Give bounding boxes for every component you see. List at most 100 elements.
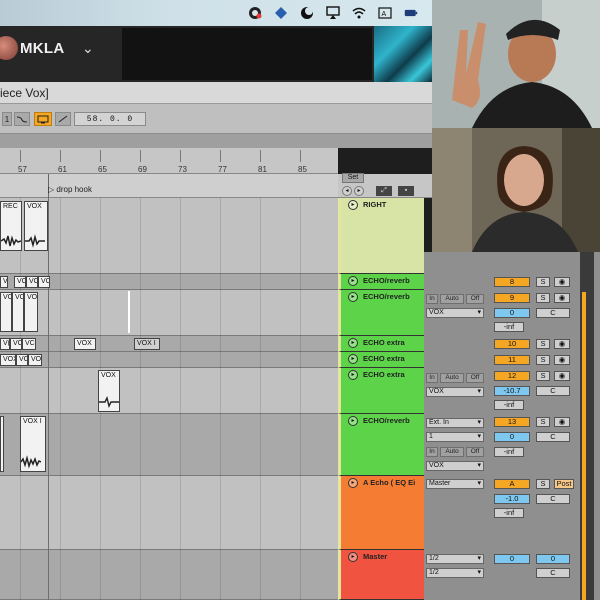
track-activator-icon[interactable]: ▸ bbox=[348, 338, 358, 348]
audio-clip[interactable]: VO bbox=[12, 292, 24, 332]
arrangement-view[interactable]: REC VOX V VC VC VC VO VO VO V( VC VC VOX… bbox=[0, 198, 338, 600]
fold-icon[interactable]: ⤢ bbox=[376, 186, 392, 196]
track-activator-icon[interactable]: ▸ bbox=[348, 478, 358, 488]
pan-field[interactable]: C bbox=[536, 308, 570, 318]
video-thumbnail[interactable] bbox=[374, 26, 432, 82]
airplay-icon[interactable] bbox=[326, 6, 340, 20]
next-locator-icon[interactable]: ▸ bbox=[354, 186, 364, 196]
audio-clip[interactable]: V bbox=[0, 276, 8, 288]
audio-clip[interactable]: VOX bbox=[0, 354, 16, 366]
track-number-button[interactable]: 9 bbox=[494, 293, 530, 303]
wifi-icon[interactable] bbox=[352, 6, 366, 20]
arm-button[interactable]: ◉ bbox=[554, 371, 570, 381]
song-position-field[interactable]: 58. 0. 0 bbox=[74, 112, 146, 126]
audio-clip[interactable]: VOX bbox=[98, 370, 120, 412]
track-header-return-a[interactable]: ▸ A Echo ( EQ Ei bbox=[338, 476, 424, 550]
input-select[interactable]: VOX bbox=[426, 387, 484, 397]
solo-button[interactable]: S bbox=[536, 339, 550, 349]
input-select[interactable]: VOX bbox=[426, 308, 484, 318]
locator-label[interactable]: ▷ drop hook bbox=[48, 185, 92, 194]
track-activator-icon[interactable]: ▸ bbox=[348, 354, 358, 364]
locator-strip[interactable]: ▷ drop hook bbox=[0, 174, 338, 198]
volume-field[interactable]: -10.7 bbox=[494, 386, 530, 396]
solo-button[interactable]: S bbox=[536, 371, 550, 381]
track-header-echo-reverb[interactable]: ▸ ECHO/reverb bbox=[338, 274, 424, 290]
audio-clip[interactable]: VO bbox=[16, 354, 28, 366]
username[interactable]: MKLA bbox=[20, 40, 65, 57]
solo-button[interactable]: S bbox=[536, 417, 550, 427]
input-channel-select[interactable]: 1 bbox=[426, 432, 484, 442]
arm-button[interactable]: ◉ bbox=[554, 355, 570, 365]
monitor-off-button[interactable]: Off bbox=[466, 373, 484, 383]
solo-button[interactable]: S bbox=[536, 479, 550, 489]
track-activator-icon[interactable]: ▸ bbox=[348, 416, 358, 426]
track-header-right[interactable]: ▸ RIGHT bbox=[338, 198, 424, 274]
track-lane[interactable] bbox=[0, 336, 338, 352]
monitor-off-button[interactable]: Off bbox=[466, 294, 484, 304]
participant-video[interactable] bbox=[432, 0, 600, 128]
pan-field[interactable]: C bbox=[536, 568, 570, 578]
app-icon[interactable] bbox=[274, 6, 288, 20]
track-header-echo-extra[interactable]: ▸ ECHO extra bbox=[338, 368, 424, 414]
track-header-echo-reverb[interactable]: ▸ ECHO/reverb bbox=[338, 414, 424, 476]
arm-button[interactable]: ◉ bbox=[554, 417, 570, 427]
audio-clip[interactable]: VOX bbox=[74, 338, 96, 350]
pan-field[interactable]: C bbox=[536, 494, 570, 504]
chevron-down-icon[interactable]: ⌄ bbox=[82, 40, 94, 57]
track-number-button[interactable]: 11 bbox=[494, 355, 530, 365]
monitor-in-button[interactable]: In bbox=[426, 447, 438, 457]
draw-mode-icon[interactable] bbox=[55, 112, 71, 126]
track-lane[interactable] bbox=[0, 368, 338, 414]
set-locator-button[interactable]: Set bbox=[342, 173, 364, 183]
audio-clip[interactable]: VO bbox=[0, 292, 12, 332]
monitor-auto-button[interactable]: Auto bbox=[440, 294, 464, 304]
volume-field[interactable]: 0 bbox=[494, 308, 530, 318]
monitor-in-button[interactable]: In bbox=[426, 373, 438, 383]
track-activator-icon[interactable]: ▸ bbox=[348, 276, 358, 286]
track-activator-icon[interactable]: ▸ bbox=[348, 370, 358, 380]
volume-field[interactable]: 0 bbox=[494, 432, 530, 442]
track-number-button[interactable]: 13 bbox=[494, 417, 530, 427]
track-number-button[interactable]: 12 bbox=[494, 371, 530, 381]
track-lane[interactable] bbox=[0, 290, 338, 336]
track-lane[interactable] bbox=[0, 476, 338, 550]
beat-ruler[interactable]: 57 61 65 69 73 77 81 85 bbox=[0, 148, 338, 174]
moon-icon[interactable] bbox=[300, 6, 314, 20]
track-lane[interactable] bbox=[0, 550, 338, 600]
loop-switch-icon[interactable] bbox=[34, 112, 52, 126]
audio-clip[interactable]: V( bbox=[0, 338, 10, 350]
capture-icon[interactable]: ▪ bbox=[398, 186, 414, 196]
quantize-button[interactable]: 1 bbox=[2, 112, 12, 126]
input-select[interactable]: VOX bbox=[426, 461, 484, 471]
track-activator-icon[interactable]: ▸ bbox=[348, 200, 358, 210]
pan-field[interactable]: C bbox=[536, 432, 570, 442]
prev-locator-icon[interactable]: ◂ bbox=[342, 186, 352, 196]
pan-field[interactable]: C bbox=[536, 386, 570, 396]
audio-clip[interactable]: VC bbox=[38, 276, 50, 288]
send-field[interactable]: -inf bbox=[494, 508, 524, 518]
monitor-in-button[interactable]: In bbox=[426, 294, 438, 304]
track-header-echo-extra[interactable]: ▸ ECHO extra bbox=[338, 352, 424, 368]
return-button[interactable]: A bbox=[494, 479, 530, 489]
audio-clip[interactable]: VC bbox=[14, 276, 26, 288]
track-activator-icon[interactable]: ▸ bbox=[348, 292, 358, 302]
audio-clip[interactable]: VC bbox=[10, 338, 22, 350]
track-header-master[interactable]: ▸ Master bbox=[338, 550, 424, 600]
solo-button[interactable]: S bbox=[536, 293, 550, 303]
track-header-echo-reverb[interactable]: ▸ ECHO/reverb bbox=[338, 290, 424, 336]
track-lane[interactable] bbox=[0, 352, 338, 368]
send-field[interactable]: -inf bbox=[494, 447, 524, 457]
volume-field[interactable]: 0 bbox=[494, 554, 530, 564]
monitor-auto-button[interactable]: Auto bbox=[440, 373, 464, 383]
track-header-echo-extra[interactable]: ▸ ECHO extra bbox=[338, 336, 424, 352]
track-number-button[interactable]: 10 bbox=[494, 339, 530, 349]
audio-clip[interactable]: VOX I bbox=[20, 416, 46, 472]
send-field[interactable]: -inf bbox=[494, 400, 524, 410]
track-lane[interactable] bbox=[0, 198, 338, 274]
keyboard-icon[interactable]: A bbox=[378, 6, 392, 20]
master-out-select[interactable]: 1/2 bbox=[426, 568, 484, 578]
audio-clip[interactable]: VO V bbox=[28, 354, 42, 366]
post-button[interactable]: Post bbox=[554, 479, 574, 489]
solo-button[interactable]: S bbox=[536, 277, 550, 287]
creative-cloud-icon[interactable] bbox=[248, 6, 262, 20]
